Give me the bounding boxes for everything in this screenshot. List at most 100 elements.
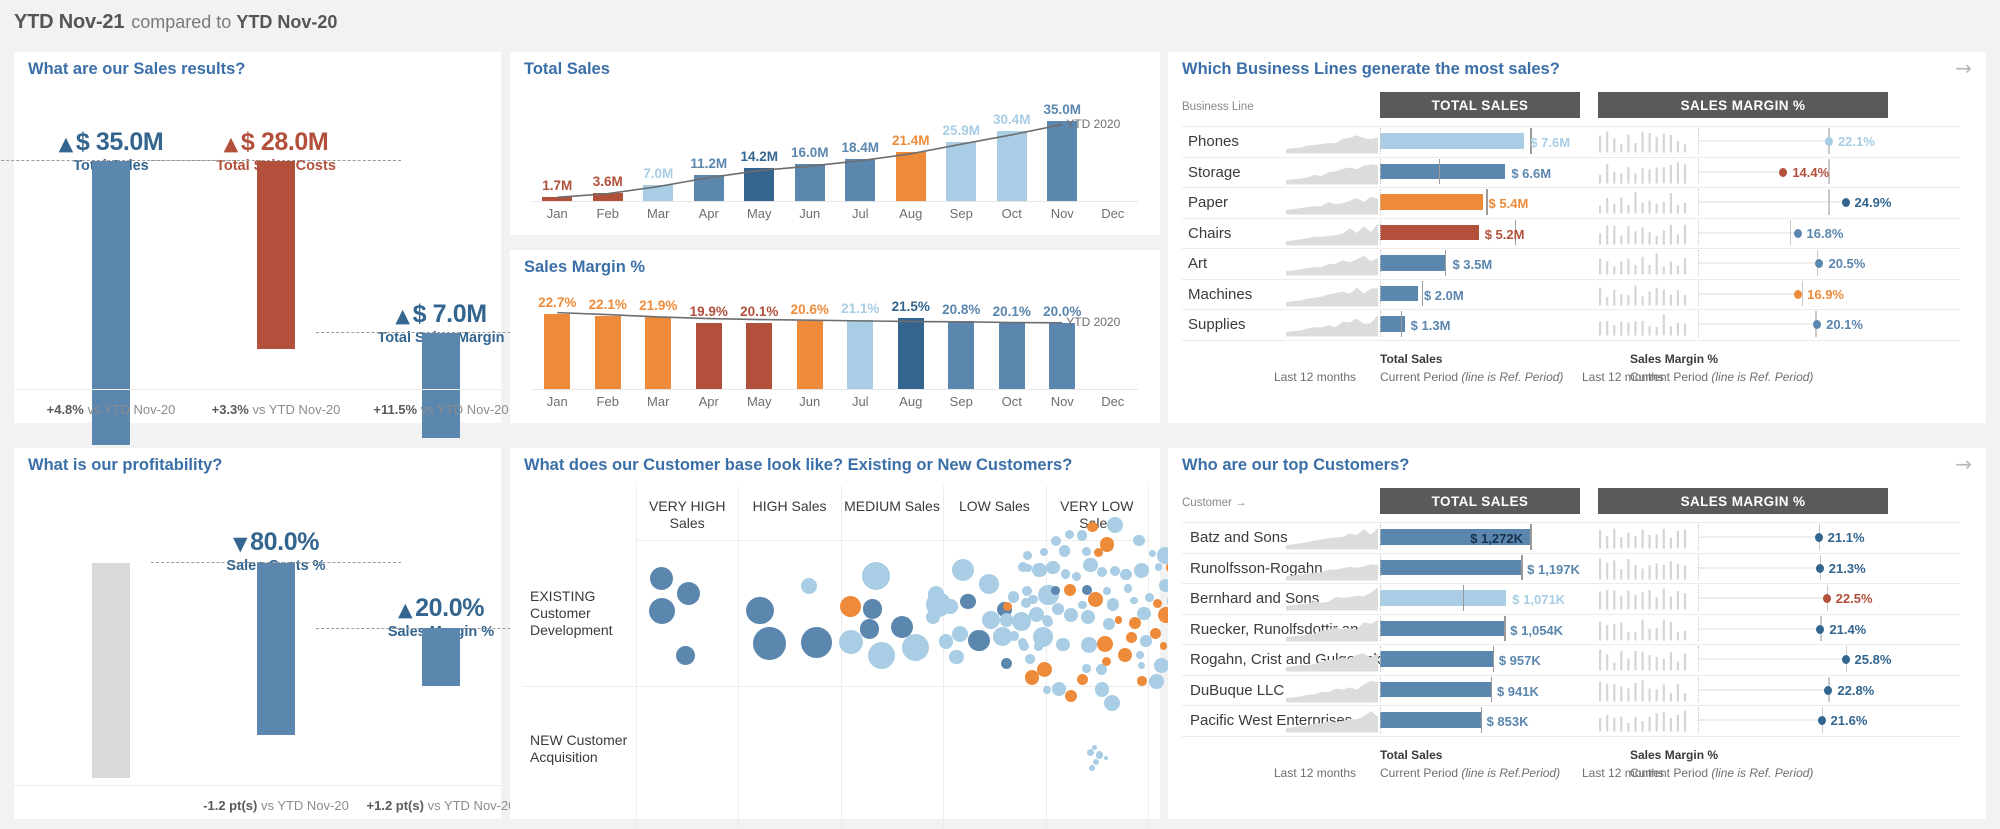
total-sales-value-label: $ 7.6M bbox=[1530, 135, 1571, 150]
row-label: Paper bbox=[1188, 194, 1229, 211]
margin-origin-line bbox=[1698, 676, 1699, 702]
margin-dot bbox=[1841, 655, 1850, 664]
total-sales-value-label: $ 1,054K bbox=[1510, 622, 1564, 638]
column-bar bbox=[695, 323, 722, 389]
row-label: Batz and Sons bbox=[1190, 529, 1288, 546]
margin-dot bbox=[1841, 198, 1850, 207]
customer-circle bbox=[675, 646, 695, 666]
triangle-up-icon: ▲ bbox=[397, 599, 413, 621]
matrix-vline bbox=[738, 486, 740, 829]
margin-origin-line bbox=[1698, 524, 1699, 550]
margin-origin-line bbox=[1698, 585, 1699, 611]
customer-circle bbox=[951, 625, 968, 642]
column-bar bbox=[996, 131, 1027, 201]
customer-circle bbox=[1051, 682, 1067, 697]
customer-circle bbox=[1154, 657, 1169, 673]
sparkline-bars bbox=[1599, 285, 1687, 305]
customer-circle bbox=[1028, 594, 1038, 604]
margin-dot bbox=[1817, 716, 1826, 725]
kpi-value-text: 80.0% bbox=[250, 528, 320, 556]
column-bar bbox=[998, 322, 1025, 389]
customer-circle bbox=[1140, 635, 1152, 647]
bar-origin-line bbox=[1380, 707, 1381, 733]
matrix-vline bbox=[1148, 486, 1149, 829]
bar-origin-line bbox=[1380, 189, 1381, 215]
total-sales-value-label: $ 957K bbox=[1498, 653, 1541, 668]
customer-circle bbox=[649, 566, 673, 590]
panel-business-lines: Which Business Lines generate the most s… bbox=[1168, 52, 1986, 423]
customer-circle bbox=[1042, 616, 1054, 628]
margin-value-label: 20.5% bbox=[1828, 256, 1866, 271]
margin-dot bbox=[1814, 533, 1823, 542]
total-sales-value-label: $ 1,272K bbox=[1470, 531, 1523, 546]
customer-circle bbox=[938, 634, 954, 649]
customer-circle bbox=[1103, 587, 1112, 596]
bar-origin-line bbox=[1380, 219, 1381, 245]
customer-circle bbox=[862, 599, 883, 619]
header-comparison: compared to YTD Nov-20 bbox=[131, 12, 337, 33]
margin-connector bbox=[1698, 231, 1798, 234]
customer-circle bbox=[862, 562, 891, 591]
margin-value-label: 22.1% bbox=[1837, 134, 1875, 149]
margin-value-label: 21.4% bbox=[1829, 621, 1867, 637]
margin-connector bbox=[1698, 170, 1784, 173]
customer-circle bbox=[1096, 636, 1113, 653]
column-bar bbox=[544, 314, 571, 389]
customer-circle bbox=[1007, 591, 1020, 603]
total-sales-bar bbox=[1380, 133, 1525, 149]
total-sales-reference-line bbox=[1490, 676, 1493, 702]
sparkline-area bbox=[1286, 563, 1378, 580]
customer-circle bbox=[1123, 584, 1132, 593]
margin-reference-line bbox=[1789, 219, 1792, 245]
column-bar bbox=[542, 197, 573, 201]
customer-circle bbox=[1032, 562, 1047, 578]
arrow-right-icon[interactable]: → bbox=[1955, 454, 1972, 474]
column-bar bbox=[645, 316, 672, 389]
panel-top-customers: Who are our top Customers? → TOTAL SALES… bbox=[1168, 448, 1986, 819]
column-header-total-sales: TOTAL SALES bbox=[1380, 92, 1580, 118]
total-sales-bar bbox=[1380, 285, 1418, 301]
customer-circle bbox=[1082, 664, 1091, 673]
customer-circle bbox=[1103, 618, 1116, 631]
total-sales-value-label: $ 941K bbox=[1496, 683, 1539, 699]
footer-ref-note: (line is Ref. Period) bbox=[1711, 765, 1814, 780]
margin-dot bbox=[1824, 137, 1833, 146]
customer-circle bbox=[1024, 670, 1040, 685]
bar-origin-line bbox=[1380, 311, 1381, 337]
customer-circle bbox=[1130, 596, 1138, 605]
customer-circle bbox=[1135, 650, 1144, 659]
customer-circle bbox=[1080, 609, 1096, 625]
customer-circle bbox=[1128, 616, 1141, 629]
bar-origin-line bbox=[1380, 615, 1381, 641]
row-divider bbox=[1182, 339, 1960, 341]
dashboard-header: YTD Nov-21 compared to YTD Nov-20 bbox=[0, 0, 2000, 44]
row-label: Machines bbox=[1188, 285, 1253, 303]
customer-circle bbox=[1023, 550, 1033, 560]
customer-circle bbox=[1009, 631, 1020, 641]
triangle-up-icon: ▲ bbox=[395, 305, 410, 327]
margin-origin-line bbox=[1698, 128, 1699, 154]
total-sales-value-label: $ 1.3M bbox=[1410, 318, 1451, 333]
panel-business-lines-title: Which Business Lines generate the most s… bbox=[1182, 60, 1560, 78]
total-sales-reference-line bbox=[1530, 524, 1532, 550]
sparkline-bars bbox=[1599, 131, 1687, 153]
matrix-vline bbox=[636, 486, 637, 829]
customer-circle bbox=[752, 627, 786, 660]
matrix-row-header: NEW Customer Acquisition bbox=[530, 732, 628, 765]
footer-ref-note: (line is Ref. Period) bbox=[1461, 369, 1564, 384]
row-divider bbox=[1182, 278, 1960, 280]
kpi-footer-divider bbox=[14, 785, 501, 786]
sparkline-bars bbox=[1599, 557, 1687, 579]
column-bar bbox=[796, 321, 823, 389]
column-value-label: 35.0M bbox=[1043, 101, 1082, 117]
total-sales-bar bbox=[1380, 163, 1506, 179]
customer-circle bbox=[1104, 694, 1121, 711]
kpi-bar bbox=[422, 628, 460, 686]
column-bar bbox=[845, 158, 876, 201]
dimension-header: Customer → bbox=[1182, 497, 1247, 509]
row-divider bbox=[1182, 583, 1960, 584]
category-tick: Dec bbox=[1101, 206, 1125, 221]
kpi-value-text: $ 7.0M bbox=[412, 300, 487, 328]
arrow-right-icon[interactable]: → bbox=[1955, 58, 1972, 78]
footer-measure-sales-margin: Sales Margin % bbox=[1630, 351, 1719, 366]
